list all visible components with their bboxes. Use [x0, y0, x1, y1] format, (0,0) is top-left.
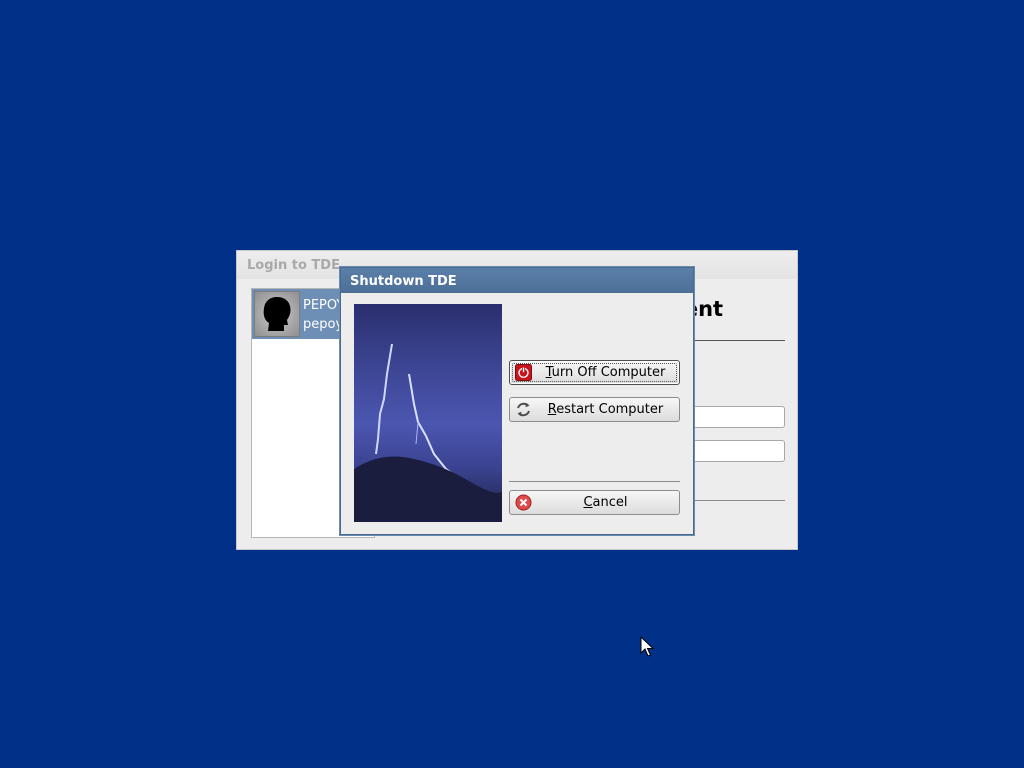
cancel-icon [515, 494, 532, 511]
password-input[interactable] [693, 440, 785, 462]
turn-off-computer-button[interactable]: Turn Off Computer [509, 360, 680, 385]
cancel-button[interactable]: Cancel [509, 490, 680, 515]
mouse-pointer-icon [640, 635, 655, 658]
dialog-divider [509, 481, 680, 482]
restart-icon [515, 401, 532, 418]
desktop: Login to TDE PEPOY pepoy nment Shutdown … [0, 0, 1024, 768]
shutdown-dialog-title: Shutdown TDE [350, 274, 457, 289]
cancel-label: Cancel [583, 495, 628, 510]
greeting-divider [693, 340, 785, 341]
login-window-title: Login to TDE [247, 258, 340, 273]
power-icon [515, 364, 532, 381]
restart-computer-label: Restart Computer [547, 402, 664, 417]
user-full-name: PEPOY [303, 298, 345, 313]
username-input[interactable] [693, 406, 785, 428]
user-silhouette-icon [254, 291, 300, 337]
shutdown-dialog: Shutdown TDE Turn Off Computer Restart C… [340, 267, 694, 535]
turn-off-computer-label: Turn Off Computer [545, 365, 666, 380]
restart-computer-button[interactable]: Restart Computer [509, 397, 680, 422]
lightning-storm-image [354, 304, 502, 522]
user-login-name: pepoy [303, 317, 344, 332]
shutdown-titlebar[interactable]: Shutdown TDE [341, 268, 693, 293]
login-divider [693, 500, 785, 501]
